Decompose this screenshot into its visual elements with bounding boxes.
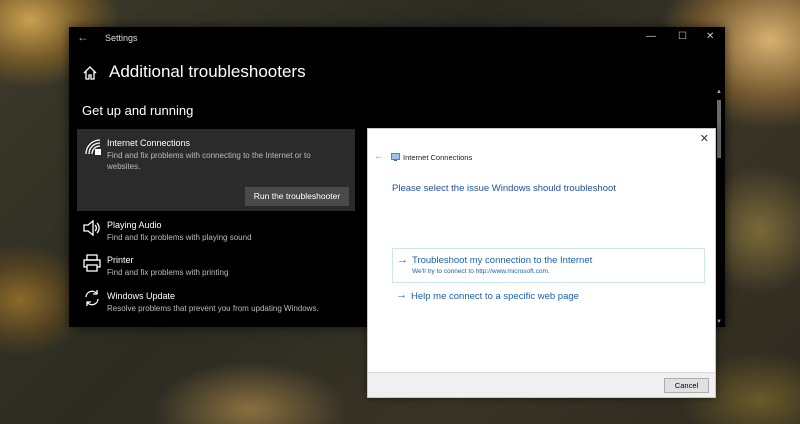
scroll-up-icon[interactable]: ▲ (715, 89, 723, 95)
item-description: Resolve problems that prevent you from u… (107, 304, 319, 313)
item-name: Printer (107, 255, 134, 265)
run-troubleshooter-button[interactable]: Run the troubleshooter (245, 187, 349, 206)
item-description-cont: websites. (107, 162, 141, 171)
option-troubleshoot-internet[interactable]: → Troubleshoot my connection to the Inte… (392, 248, 705, 283)
option-title: Troubleshoot my connection to the Intern… (412, 255, 593, 266)
network-app-icon (391, 153, 400, 161)
dialog-footer: Cancel (368, 372, 715, 397)
page-title: Additional troubleshooters (109, 62, 306, 81)
item-name: Windows Update (107, 291, 176, 301)
item-description: Find and fix problems with playing sound (107, 233, 252, 242)
speaker-icon (83, 219, 100, 237)
item-description: Find and fix problems with connecting to… (107, 151, 311, 160)
scroll-down-icon[interactable]: ▼ (715, 319, 723, 325)
title-bar: ← Settings — ☐ ✕ (69, 27, 725, 49)
dialog-back-icon[interactable]: ← (374, 151, 384, 162)
minimize-button[interactable]: — (646, 31, 656, 42)
item-name: Playing Audio (107, 220, 162, 230)
item-description: Find and fix problems with printing (107, 268, 229, 277)
dialog-heading: Please select the issue Windows should t… (392, 183, 616, 194)
home-icon[interactable] (82, 65, 98, 81)
window-title: Settings (105, 33, 138, 43)
wifi-icon (85, 139, 101, 155)
scrollbar[interactable]: ▲ ▼ (715, 89, 723, 325)
dialog-close-icon[interactable]: ✕ (700, 132, 709, 145)
troubleshooter-dialog: ✕ ← Internet Connections Please select t… (367, 128, 716, 398)
item-name: Internet Connections (107, 138, 191, 148)
cancel-button[interactable]: Cancel (664, 378, 709, 393)
dialog-app-title: Internet Connections (403, 153, 473, 162)
refresh-icon (85, 290, 99, 306)
option-connect-web-page[interactable]: → Help me connect to a specific web page (392, 287, 703, 307)
arrow-right-icon: → (396, 289, 407, 301)
option-subtitle: We'll try to connect to http://www.micro… (412, 268, 550, 275)
arrow-right-icon: → (397, 254, 408, 266)
close-button[interactable]: ✕ (706, 31, 714, 42)
option-title: Help me connect to a specific web page (411, 291, 579, 302)
scroll-thumb[interactable] (717, 100, 721, 158)
maximize-button[interactable]: ☐ (678, 31, 687, 42)
back-arrow-icon[interactable]: ← (77, 30, 89, 44)
section-title: Get up and running (82, 103, 194, 118)
printer-icon (83, 254, 101, 272)
